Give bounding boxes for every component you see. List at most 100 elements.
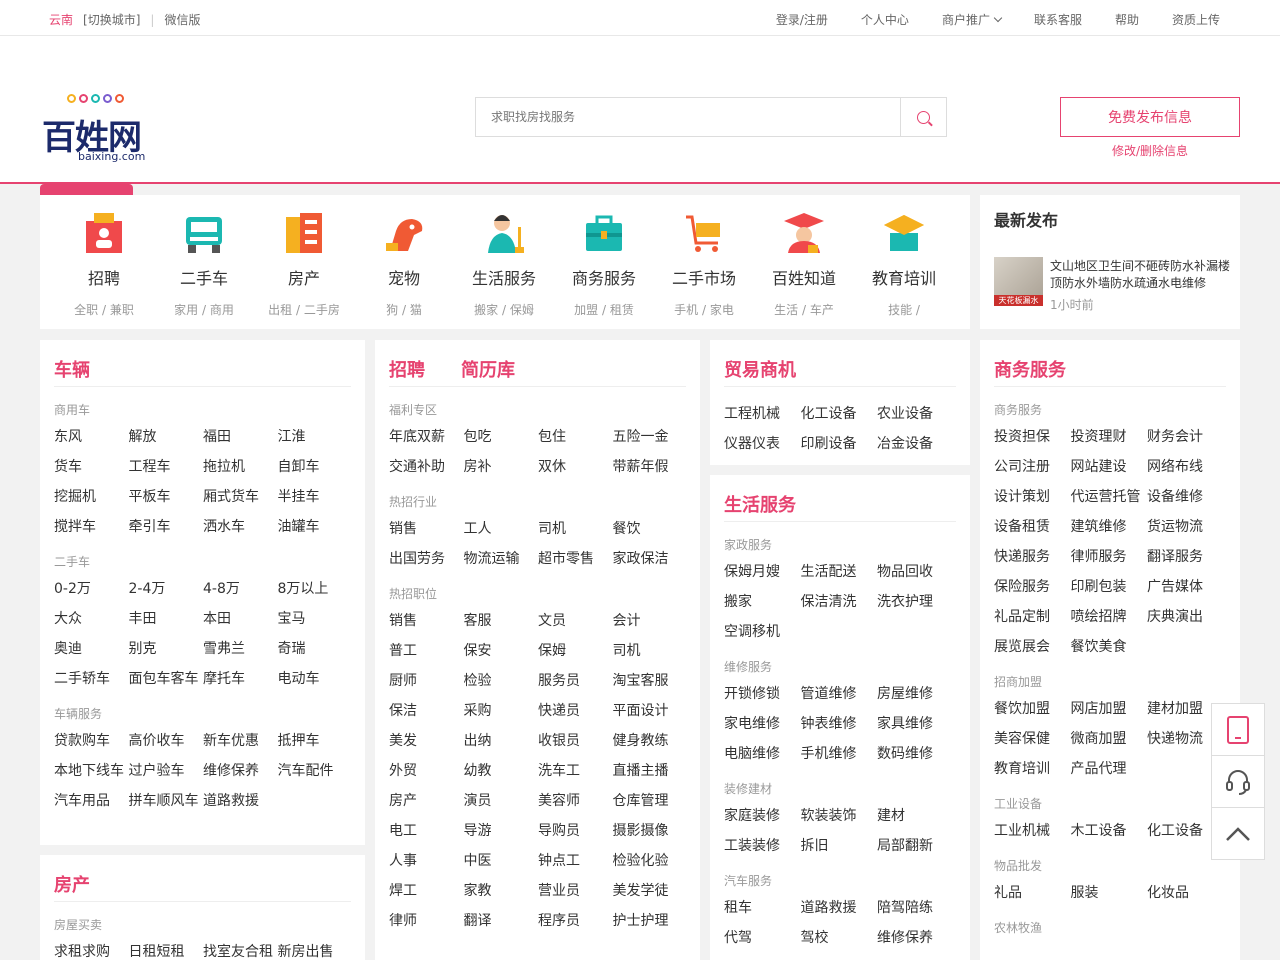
link-item[interactable]: 贷款购车 [54, 730, 110, 750]
link-item[interactable]: 驾校 [801, 927, 829, 947]
customer-service-button[interactable] [1212, 756, 1264, 808]
link-item[interactable]: 钟点工 [538, 850, 580, 870]
link-item[interactable]: 局部翻新 [877, 835, 933, 855]
modify-delete-link[interactable]: 修改/删除信息 [1112, 142, 1188, 159]
link-item[interactable]: 销售 [389, 518, 417, 538]
wechat-link[interactable]: 微信版 [164, 11, 200, 28]
link-item[interactable]: 工程机械 [724, 403, 780, 423]
link-item[interactable]: 搬家 [724, 591, 752, 611]
link-item[interactable]: 租车 [724, 897, 752, 917]
link-item[interactable]: 平面设计 [613, 700, 669, 720]
link-item[interactable]: 本田 [203, 608, 231, 628]
link-item[interactable]: 电工 [389, 820, 417, 840]
link-item[interactable]: 高价收车 [129, 730, 185, 750]
link-item[interactable]: 仪器仪表 [724, 433, 780, 453]
link-item[interactable]: 货车 [54, 456, 82, 476]
link-item[interactable]: 洗车工 [538, 760, 580, 780]
link-item[interactable]: 微商加盟 [1071, 728, 1127, 748]
link-item[interactable]: 新车优惠 [203, 730, 259, 750]
link-item[interactable]: 丰田 [129, 608, 157, 628]
resume-title[interactable]: 简历库 [461, 356, 515, 382]
link-item[interactable]: 导游 [464, 820, 492, 840]
link-item[interactable]: 健身教练 [613, 730, 669, 750]
link-item[interactable]: 仓库管理 [613, 790, 669, 810]
panel-title[interactable]: 房产 [54, 871, 90, 897]
link-item[interactable]: 宝马 [278, 608, 306, 628]
category-7[interactable]: 百姓知道 生活 / 车产 [754, 211, 854, 318]
link-item[interactable]: 司机 [538, 518, 566, 538]
link-item[interactable]: 喷绘招牌 [1071, 606, 1127, 626]
link-item[interactable]: 奥迪 [54, 638, 82, 658]
link-item[interactable]: 2-4万 [129, 578, 166, 598]
link-item[interactable]: 快递员 [538, 700, 580, 720]
link-item[interactable]: 设备维修 [1147, 486, 1203, 506]
link-item[interactable]: 出国劳务 [389, 548, 445, 568]
link-item[interactable]: 江淮 [278, 426, 306, 446]
link-item[interactable]: 摩托车 [203, 668, 245, 688]
link-item[interactable]: 美容保健 [994, 728, 1050, 748]
link-item[interactable]: 厢式货车 [203, 486, 259, 506]
link-item[interactable]: 财务会计 [1147, 426, 1203, 446]
link-item[interactable]: 新房出售 [278, 941, 334, 960]
link-item[interactable]: 代驾 [724, 927, 752, 947]
link-item[interactable]: 中医 [464, 850, 492, 870]
link-item[interactable]: 房产 [389, 790, 417, 810]
link-item[interactable]: 产品代理 [1071, 758, 1127, 778]
link-item[interactable]: 工装装修 [724, 835, 780, 855]
link-item[interactable]: 淘宝客服 [613, 670, 669, 690]
link-item[interactable]: 网络布线 [1147, 456, 1203, 476]
link-item[interactable]: 快递服务 [994, 546, 1050, 566]
link-item[interactable]: 4-8万 [203, 578, 240, 598]
link-item[interactable]: 年底双薪 [389, 426, 445, 446]
category-1[interactable]: 二手车 家用 / 商用 [154, 211, 254, 318]
link-item[interactable]: 拆旧 [801, 835, 829, 855]
link-item[interactable]: 服装 [1071, 882, 1099, 902]
link-item[interactable]: 包吃 [464, 426, 492, 446]
back-to-top-button[interactable] [1212, 808, 1264, 860]
link-item[interactable]: 木工设备 [1071, 820, 1127, 840]
link-item[interactable]: 印刷包装 [1071, 576, 1127, 596]
link-item[interactable]: 找室友合租 [203, 941, 273, 960]
profile-link[interactable]: 个人中心 [861, 11, 909, 28]
link-item[interactable]: 庆典演出 [1147, 606, 1203, 626]
link-item[interactable]: 广告媒体 [1147, 576, 1203, 596]
link-item[interactable]: 别克 [129, 638, 157, 658]
link-item[interactable]: 手机维修 [801, 743, 857, 763]
link-item[interactable]: 网店加盟 [1071, 698, 1127, 718]
mobile-app-button[interactable] [1212, 704, 1264, 756]
link-item[interactable]: 服务员 [538, 670, 580, 690]
link-item[interactable]: 厨师 [389, 670, 417, 690]
link-item[interactable]: 化妆品 [1147, 882, 1189, 902]
link-item[interactable]: 家电维修 [724, 713, 780, 733]
link-item[interactable]: 礼品 [994, 882, 1022, 902]
merchant-promo-menu[interactable]: 商户推广 [942, 11, 1003, 28]
link-item[interactable]: 印刷设备 [801, 433, 857, 453]
category-6[interactable]: 二手市场 手机 / 家电 [654, 211, 754, 318]
link-item[interactable]: 带薪年假 [613, 456, 669, 476]
link-item[interactable]: 餐饮加盟 [994, 698, 1050, 718]
link-item[interactable]: 工人 [464, 518, 492, 538]
link-item[interactable]: 营业员 [538, 880, 580, 900]
link-item[interactable]: 美容师 [538, 790, 580, 810]
link-item[interactable]: 翻译 [464, 910, 492, 930]
support-link[interactable]: 联系客服 [1034, 11, 1082, 28]
link-item[interactable]: 物流运输 [464, 548, 520, 568]
link-item[interactable]: 拼车顺风车 [129, 790, 199, 810]
link-item[interactable]: 日租短租 [129, 941, 185, 960]
link-item[interactable]: 保姆月嫂 [724, 561, 780, 581]
link-item[interactable]: 房屋维修 [877, 683, 933, 703]
link-item[interactable]: 投资理财 [1071, 426, 1127, 446]
link-item[interactable]: 投资担保 [994, 426, 1050, 446]
link-item[interactable]: 牵引车 [129, 516, 171, 536]
link-item[interactable]: 东风 [54, 426, 82, 446]
panel-title[interactable]: 车辆 [54, 356, 90, 382]
link-item[interactable]: 直播主播 [613, 760, 669, 780]
latest-item-title[interactable]: 文山地区卫生间不砸砖防水补漏楼顶防水外墙防水疏通水电维修 [1050, 258, 1230, 292]
link-item[interactable]: 道路救援 [203, 790, 259, 810]
link-item[interactable]: 普工 [389, 640, 417, 660]
link-item[interactable]: 保洁清洗 [801, 591, 857, 611]
login-link[interactable]: 登录/注册 [776, 11, 828, 28]
link-item[interactable]: 礼品定制 [994, 606, 1050, 626]
link-item[interactable]: 钟表维修 [801, 713, 857, 733]
link-item[interactable]: 交通补助 [389, 456, 445, 476]
